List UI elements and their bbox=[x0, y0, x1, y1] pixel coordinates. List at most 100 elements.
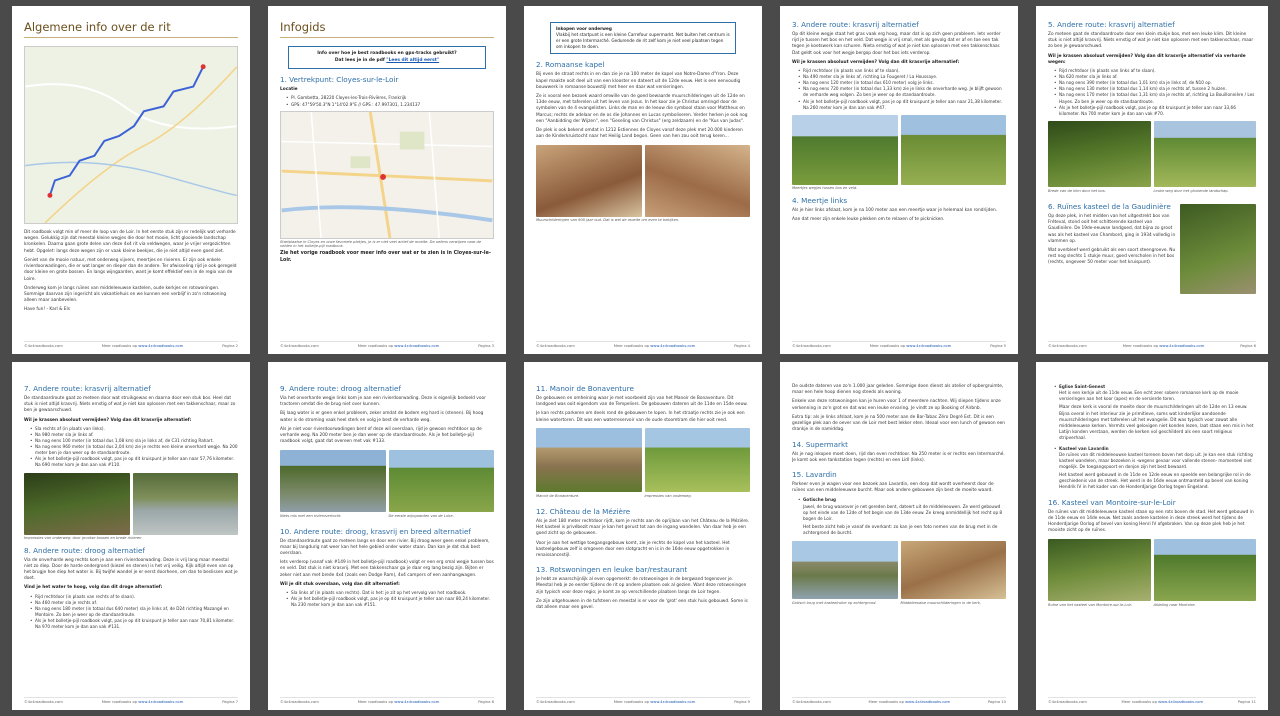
paragraph: Als je nog inkopen moet doen, rijd dan e… bbox=[792, 451, 1005, 463]
footer-copyright: ©4x4roadbooks.com bbox=[280, 700, 319, 704]
photo-river-crossing[interactable] bbox=[280, 449, 386, 512]
photo-river[interactable] bbox=[132, 472, 238, 535]
photo-descent[interactable] bbox=[1153, 538, 1256, 601]
caption-row: Brede van de klim door het bos. Leuke we… bbox=[1048, 188, 1256, 196]
section-heading: 12. Château de la Mézière bbox=[536, 506, 631, 516]
section-heading: 14. Supermarkt bbox=[792, 439, 848, 449]
footer-copyright: ©4x4roadbooks.com bbox=[792, 344, 831, 348]
page-4: Inkopen voor onderweg Vlakbij het startp… bbox=[524, 6, 762, 354]
paragraph: Ze is vooral een bezoek waard omwille va… bbox=[536, 94, 748, 124]
paragraph: De gebouwen en omheining waar je met voo… bbox=[536, 396, 748, 408]
page-footer: ©4x4roadbooks.com Meer roadbooks op www.4… bbox=[280, 341, 494, 348]
photo-forest[interactable] bbox=[24, 472, 130, 535]
footer-link[interactable]: www.4x4roadbooks.com bbox=[1158, 700, 1203, 704]
paragraph: Als je ziet 180 meter rechtdoor rijdt, k… bbox=[536, 518, 750, 537]
footer-copyright: ©4x4roadbooks.com bbox=[24, 344, 63, 348]
info-box-link[interactable]: "Lees dit altijd eerst" bbox=[386, 58, 439, 63]
photo-forest-climb[interactable] bbox=[1048, 120, 1151, 187]
list-item-title: Eglise Saint-Genest bbox=[1059, 384, 1106, 389]
section-heading: 16. Kasteel van Montoire-sur-le-Loir bbox=[1048, 497, 1176, 507]
instruction-list: Rijd rechtdoor (in plaats van rechts af … bbox=[30, 594, 238, 631]
photo-vineyards[interactable] bbox=[388, 449, 494, 512]
location-label: Locatie bbox=[280, 87, 298, 93]
intro-paragraph-1: Dit roadbook volgt min of meer de loop v… bbox=[24, 230, 236, 254]
info-box-line-1: Info over hoe je best roadbooks en gpx-t… bbox=[317, 51, 457, 56]
paragraph: De standaardroute gaat zo meteen langs e… bbox=[280, 538, 490, 556]
page-number: Pagina 9 bbox=[734, 700, 750, 704]
paragraph: De oudste dateren van zo'n 1.000 jaar ge… bbox=[792, 384, 1004, 396]
photo-castle-ruin[interactable] bbox=[1048, 538, 1151, 601]
list-item-text: Het is een kerkje uit de 11de eeuw. Een … bbox=[1059, 390, 1239, 402]
footer-link[interactable]: www.4x4roadbooks.com bbox=[905, 700, 950, 704]
footer-link[interactable]: www.4x4roadbooks.com bbox=[650, 344, 695, 348]
list-item-text: Jawel, de brug waarover je net gereden b… bbox=[803, 503, 1003, 521]
list-item: Na nog eens 170 meter (in totaal dus 1,3… bbox=[1054, 92, 1256, 104]
photo-caption: Manoir de Bonaventure. bbox=[536, 493, 580, 498]
footer-link[interactable]: www.4x4roadbooks.com bbox=[650, 700, 695, 704]
list-item: Als je het bolletje-pijl roadbook volgt,… bbox=[798, 99, 1006, 111]
photo-church-fresco[interactable] bbox=[900, 541, 1006, 600]
photo-row bbox=[1048, 538, 1256, 601]
photo-row bbox=[792, 541, 1006, 600]
photo-landscape[interactable] bbox=[644, 427, 750, 492]
photo-caption: Leuke weg door het glooiende landschap. bbox=[1153, 188, 1229, 193]
footer-copyright: ©4x4roadbooks.com bbox=[536, 700, 575, 704]
paragraph: Parkeer even je wagen voor een bezoek aa… bbox=[792, 481, 994, 494]
page-number: Pagina 3 bbox=[478, 344, 494, 348]
footer-link[interactable]: www.4x4roadbooks.com bbox=[138, 344, 183, 348]
route-map[interactable] bbox=[24, 46, 238, 224]
photo-ruins[interactable] bbox=[1180, 203, 1256, 294]
photo-fresco-2[interactable] bbox=[644, 144, 750, 217]
list-item: Als je het bolletje-pijl roadbook volgt,… bbox=[30, 456, 238, 468]
location-list: Pl. Gambetta, 28220 Cloyes-les-Trois-Riv… bbox=[286, 95, 494, 107]
sights-list: Gotische brugJawel, de brug waarover je … bbox=[798, 497, 1006, 521]
footer-link[interactable]: www.4x4roadbooks.com bbox=[1159, 344, 1204, 348]
page-footer: ©4x4roadbooks.com Meer roadbooks op www.4… bbox=[792, 341, 1006, 348]
page-footer: ©4x4roadbooks.com Meer roadbooks op www.4… bbox=[24, 341, 238, 348]
list-item: Na nog eens 960 meter (in totaal dus 2,0… bbox=[30, 444, 238, 456]
footer-text: Meer roadbooks op bbox=[613, 700, 650, 704]
photo-bridge[interactable] bbox=[792, 541, 898, 600]
photo-row bbox=[24, 472, 238, 535]
page-9: 11. Manoir de Bonaventure De gebouwen en… bbox=[524, 362, 762, 710]
photo-hills[interactable] bbox=[1153, 120, 1256, 187]
footer-link[interactable]: www.4x4roadbooks.com bbox=[138, 700, 183, 704]
footer-copyright: ©4x4roadbooks.com bbox=[536, 344, 575, 348]
photo-caption: Afdaling naar Montoire. bbox=[1153, 602, 1196, 607]
page-11: Eglise Saint-GenestHet is een kerkje uit… bbox=[1036, 362, 1268, 710]
list-item-title: Kasteel van Lavardin bbox=[1059, 445, 1109, 451]
photo-fresco-1[interactable] bbox=[536, 144, 642, 217]
section-heading: 2. Romaanse kapel bbox=[536, 60, 605, 70]
footer-link[interactable]: www.4x4roadbooks.com bbox=[394, 344, 439, 348]
footer-link[interactable]: www.4x4roadbooks.com bbox=[394, 700, 439, 704]
start-map[interactable] bbox=[280, 110, 494, 239]
paragraph: Je kan rechts parkeren om deels rond de … bbox=[536, 411, 745, 423]
list-item: Na nog eens 180 meter (in totaal dus 640… bbox=[30, 606, 238, 618]
footer-text: Meer roadbooks op bbox=[1122, 344, 1159, 348]
page-number: Pagina 6 bbox=[1240, 344, 1256, 348]
photo-forest-path[interactable] bbox=[792, 114, 898, 185]
page-7: 7. Andere route: krasvrij alternatief De… bbox=[12, 362, 250, 710]
photo-manoir[interactable] bbox=[536, 427, 642, 492]
intro-paragraph-3: Onderweg kom je langs ruïnes van middele… bbox=[24, 285, 227, 304]
photo-caption: Gotisch brug met kasteelruïne op achterg… bbox=[792, 601, 877, 606]
page-title: Algemene info over de rit bbox=[24, 20, 238, 38]
caption-row: Gotisch brug met kasteelruïne op achterg… bbox=[792, 600, 1006, 608]
footer-link[interactable]: www.4x4roadbooks.com bbox=[906, 344, 951, 348]
page-footer: ©4x4roadbooks.com Meer roadbooks op www.4… bbox=[1048, 697, 1256, 704]
photo-caption: Brede van de klim door het bos. bbox=[1048, 188, 1106, 193]
footer-copyright: ©4x4roadbooks.com bbox=[1048, 344, 1087, 348]
page-5: 3. Andere route: krasvrij alternatief Op… bbox=[780, 6, 1018, 354]
paragraph: Bij even de straat rechts in en dan zie … bbox=[536, 72, 741, 90]
caption-row: Niets mis met een rivierovertocht. De ee… bbox=[280, 513, 494, 521]
footer-text: Meer roadbooks op bbox=[357, 700, 394, 704]
photo-row bbox=[1048, 120, 1256, 187]
paragraph: Zo meteen gaat de standaardroute door ee… bbox=[1048, 32, 1254, 50]
paragraph: De plek is ook bekend omdat in 1212 Esti… bbox=[536, 128, 743, 140]
photo-field[interactable] bbox=[900, 114, 1006, 185]
page-2: Algemene info over de rit Dit roadbook v… bbox=[12, 6, 250, 354]
start-map-graphic bbox=[281, 111, 493, 238]
footer-copyright: ©4x4roadbooks.com bbox=[24, 700, 63, 704]
footer-text: Meer roadbooks op bbox=[869, 344, 906, 348]
section-heading: 8. Andere route: droog alternatief bbox=[24, 545, 145, 555]
